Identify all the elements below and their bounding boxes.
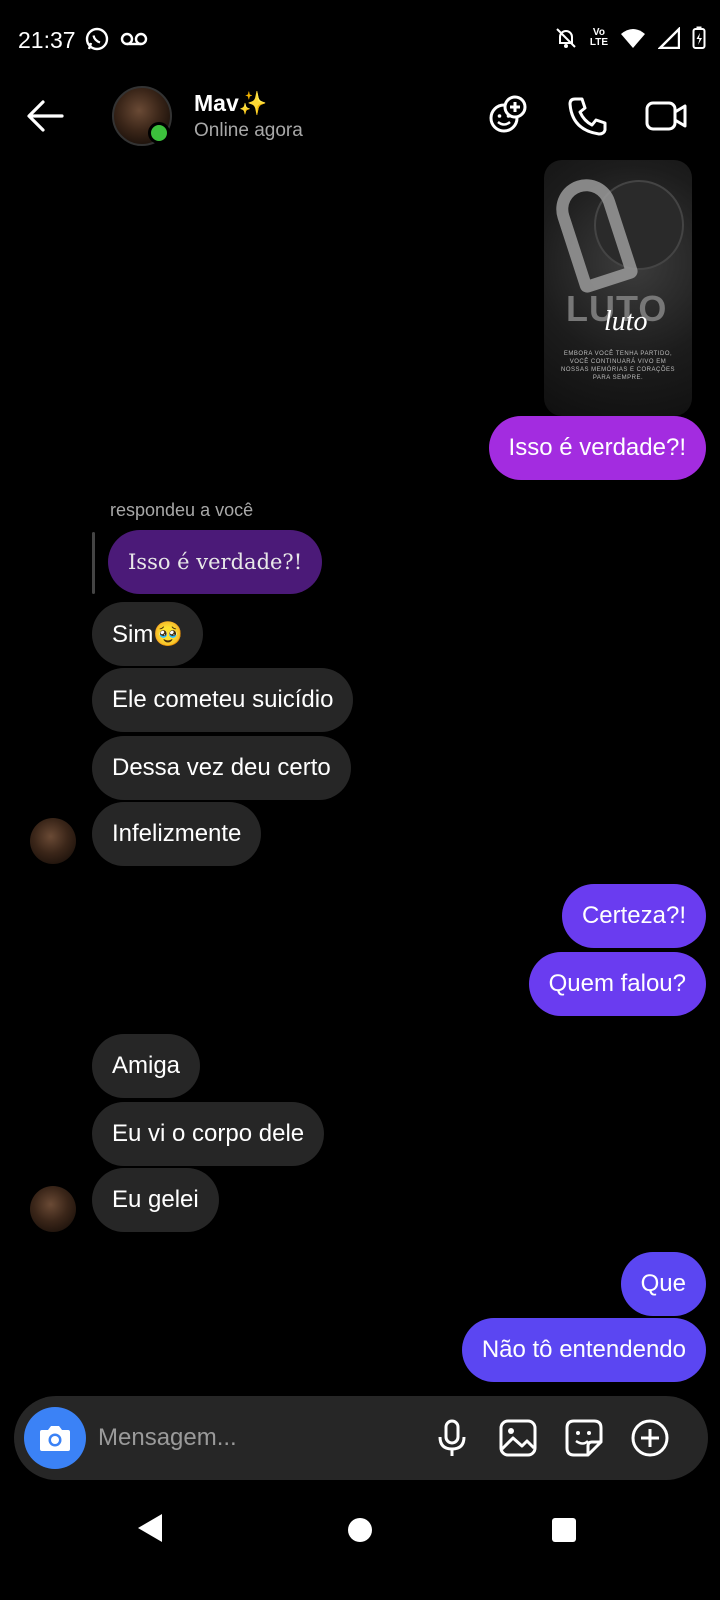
camera-button[interactable] bbox=[24, 1407, 86, 1469]
message-incoming[interactable]: Dessa vez deu certo bbox=[92, 736, 351, 800]
message-incoming[interactable]: Amiga bbox=[92, 1034, 201, 1098]
nav-recents-icon[interactable] bbox=[552, 1518, 576, 1542]
reply-quote[interactable]: Isso é verdade?! bbox=[108, 530, 323, 594]
message-incoming[interactable]: Infelizmente bbox=[92, 802, 262, 866]
message-composer bbox=[14, 1396, 708, 1480]
sender-avatar[interactable] bbox=[30, 1186, 76, 1232]
back-arrow-icon[interactable] bbox=[24, 94, 68, 138]
video-icon[interactable] bbox=[644, 94, 688, 138]
message-outgoing[interactable]: Quem falou? bbox=[528, 952, 706, 1016]
message-input[interactable] bbox=[98, 1418, 398, 1458]
reply-label: respondeu a você bbox=[110, 500, 254, 520]
message-incoming[interactable]: Ele cometeu suicídio bbox=[92, 668, 354, 732]
nav-back-icon[interactable] bbox=[136, 1512, 164, 1544]
gallery-icon[interactable] bbox=[496, 1416, 540, 1460]
status-bar: 21:37 Vo LTE bbox=[0, 0, 720, 84]
system-nav-bar bbox=[0, 1490, 720, 1600]
message-outgoing[interactable]: Certeza?! bbox=[561, 884, 706, 948]
chat-header: Mav✨ Online agora bbox=[0, 84, 720, 154]
contact-name[interactable]: Mav✨ bbox=[194, 90, 267, 117]
sticker-icon[interactable] bbox=[562, 1416, 606, 1460]
status-time: 21:37 bbox=[18, 27, 76, 53]
battery-icon bbox=[692, 26, 706, 49]
volte-line2: LTE bbox=[589, 37, 608, 48]
phone-icon[interactable] bbox=[566, 94, 610, 138]
shared-image[interactable]: LUTO luto EMBORA VOCÊ TENHA PARTIDO, VOC… bbox=[544, 160, 692, 416]
online-indicator bbox=[148, 122, 170, 144]
volte-icon: Vo LTE bbox=[590, 28, 608, 48]
camera-icon bbox=[40, 1426, 70, 1451]
message-outgoing[interactable]: Não tô entendendo bbox=[461, 1318, 706, 1382]
reply-bar bbox=[92, 532, 95, 594]
message-outgoing[interactable]: Que bbox=[620, 1252, 706, 1316]
voicemail-icon bbox=[120, 32, 148, 46]
message-incoming[interactable]: Eu gelei bbox=[92, 1168, 219, 1232]
add-people-icon[interactable] bbox=[486, 94, 530, 138]
nav-home-icon[interactable] bbox=[348, 1518, 372, 1542]
message-incoming[interactable]: Eu vi o corpo dele bbox=[92, 1102, 325, 1166]
plus-circle-icon[interactable] bbox=[628, 1416, 672, 1460]
wifi-icon bbox=[621, 29, 645, 48]
signal-icon bbox=[658, 27, 680, 49]
microphone-icon[interactable] bbox=[430, 1416, 474, 1460]
bell-off-icon bbox=[556, 28, 576, 48]
whatsapp-icon bbox=[85, 27, 109, 51]
contact-status: Online agora bbox=[194, 120, 303, 141]
message-outgoing[interactable]: Isso é verdade?! bbox=[488, 416, 706, 480]
sender-avatar[interactable] bbox=[30, 818, 76, 864]
message-incoming[interactable]: Sim🥹 bbox=[92, 602, 204, 666]
image-caption: EMBORA VOCÊ TENHA PARTIDO, VOCÊ CONTINUA… bbox=[560, 351, 676, 381]
image-title-script: luto bbox=[604, 306, 648, 337]
